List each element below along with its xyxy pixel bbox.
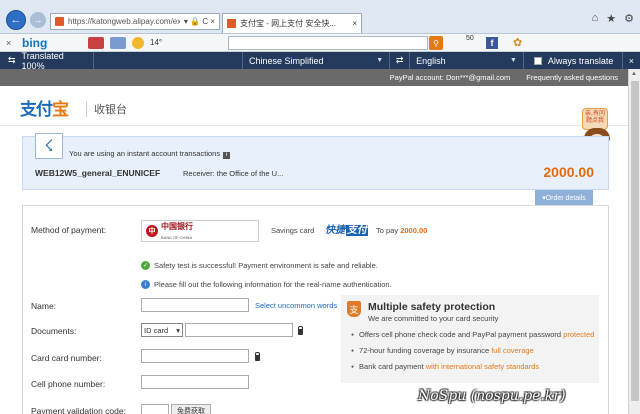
bing-logo: bing [22,35,48,50]
account-label: PayPal account: Don***@gmail.com [389,73,511,82]
uncommon-words-link[interactable]: Select uncommon words [255,301,337,310]
back-button[interactable]: ← [6,10,26,30]
lock-icon [298,326,303,335]
document-number-input[interactable] [185,323,293,337]
bank-of-china-logo-icon: 中 [146,225,158,237]
phone-label: Cell phone number: [31,379,106,389]
maps-icon[interactable] [110,36,126,49]
address-url[interactable]: https://katongweb.alipay.com/exp [68,17,180,26]
bank-name-en: BANK OF CHINA [161,235,193,240]
always-translate-checkbox[interactable]: Always translate [524,52,623,69]
site-favicon-icon [55,17,64,26]
documents-label: Documents: [31,326,77,336]
site-top-bar: PayPal account: Don***@gmail.com Frequen… [0,69,640,86]
checkmark-icon: ✓ [141,261,150,270]
notification-count[interactable]: 50 [466,35,474,42]
instant-account-message: You are using an instant account transac… [69,149,231,159]
safety-link[interactable]: full coverage [491,346,534,355]
help-bubble[interactable]: 亲,有问题点我 [582,108,608,130]
name-input[interactable] [141,298,249,312]
forward-button[interactable]: → [30,12,46,28]
safety-list: Offers cell phone check code and PayPal … [351,330,594,378]
bank-card-option[interactable]: 中 中国银行 BANK OF CHINA [141,220,259,242]
validation-code-input[interactable] [141,404,169,414]
list-item: Offers cell phone check code and PayPal … [351,330,594,339]
tab-alipay[interactable]: 支付宝 - 网上支付 安全快... × [222,13,362,33]
order-id: WEB12W5_general_ENUNICEF [35,168,161,178]
translate-status: ⇆ Translated 100% [0,51,94,71]
name-label: Name: [31,301,57,311]
lock-icon [255,352,260,361]
payment-method-label: Method of payment: [31,225,107,235]
safety-title: Multiple safety protection [368,301,496,313]
payment-panel: Method of payment: 中 中国银行 BANK OF CHINA … [22,205,609,414]
chevron-down-icon: ▾ [176,325,180,335]
facebook-icon[interactable]: f [486,37,498,49]
order-details-toggle[interactable]: ▾Order details [535,190,593,206]
to-pay-amount: 2000.00 [400,226,428,235]
alipay-logo[interactable]: 支付宝 [20,95,69,120]
to-language-select[interactable]: English ▼ [410,52,524,69]
scroll-up-icon[interactable]: ▲ [631,71,637,77]
browser-controls: ⌂ ★ ⚙ [592,12,634,25]
account-type-icon: ☇ [35,133,63,159]
swap-languages-icon[interactable]: ⇄ [390,52,411,69]
checkbox-icon [533,56,542,65]
weather-temperature: 14° [150,38,163,47]
validation-code-label: Payment validation code: [31,406,126,414]
tab-close-icon[interactable]: × [352,19,357,28]
order-amount: 2000.00 [543,164,594,180]
card-number-label: Card card number: [31,353,102,363]
site-header: 支付宝 收银台 [0,86,628,126]
info-icon[interactable]: i [223,152,231,159]
address-tools-icon[interactable]: ▾ 🔒 C × [184,17,215,26]
tab-favicon-icon [227,19,236,28]
card-type: Savings card [271,226,315,235]
tab-title: 支付宝 - 网上支付 安全快... [240,19,336,28]
favorites-star-icon[interactable]: ★ [606,12,616,25]
scrollbar-thumb[interactable] [631,81,639,401]
safety-protection-box: 支 Multiple safety protection We are comm… [341,295,599,383]
translator-bar: ⇆ Translated 100% Chinese Simplified ▼ ⇄… [0,51,640,71]
browser-chrome: ← → https://katongweb.alipay.com/exp ▾ 🔒… [0,0,640,34]
chevron-down-icon: ▼ [509,57,517,64]
translate-icon: ⇆ [8,55,16,65]
list-item: Bank card payment with international saf… [351,362,594,371]
bank-name: 中国银行 [161,221,193,231]
safety-link[interactable]: with international safety standards [426,362,539,371]
faq-link[interactable]: Frequently asked questions [526,73,618,82]
news-icon[interactable] [88,36,104,49]
get-code-button[interactable]: 免费获取 [171,404,211,414]
to-pay: To pay 2000.00 [376,226,428,235]
home-icon[interactable]: ⌂ [592,12,599,25]
settings-gear-icon[interactable]: ⚙ [624,12,634,25]
bing-close-icon[interactable]: × [6,38,16,48]
page-scrollbar[interactable]: ▲ [628,69,640,414]
quick-pay-logo: 快捷 支付 [325,225,368,236]
order-summary: ☇ You are using an instant account trans… [22,133,609,190]
card-number-input[interactable] [141,349,249,363]
watermark: NoSpu (nospu.pe.kr) [418,388,566,404]
list-item: 72-hour funding coverage by insurance fu… [351,346,594,355]
bing-search-input[interactable] [228,36,428,50]
info-circle-icon: i [141,280,150,289]
bing-toolbar: × bing 14° ⚲ 50 f ✿ [0,34,640,52]
phone-input[interactable] [141,375,249,389]
chevron-down-icon: ▼ [376,57,384,64]
safety-subtitle: We are committed to your card security [368,314,499,323]
messenger-icon[interactable]: ✿ [513,36,522,49]
address-bar[interactable]: https://katongweb.alipay.com/exp ▾ 🔒 C × [50,13,220,30]
shield-icon: 支 [347,301,361,317]
bing-search-button[interactable]: ⚲ [429,36,443,50]
fill-info-message: i Please fill out the following informat… [141,280,392,289]
safety-link[interactable]: protected [563,330,594,339]
document-type-select[interactable]: ID card ▾ [141,323,183,337]
order-receiver: Receiver: the Office of the U... [183,169,284,178]
translator-close-icon[interactable]: × [623,52,640,69]
safety-check-message: ✓ Safety test is successful! Payment env… [141,261,378,270]
cashier-title: 收银台 [86,101,127,117]
weather-sun-icon[interactable] [132,36,144,49]
from-language-select[interactable]: Chinese Simplified ▼ [241,52,391,69]
